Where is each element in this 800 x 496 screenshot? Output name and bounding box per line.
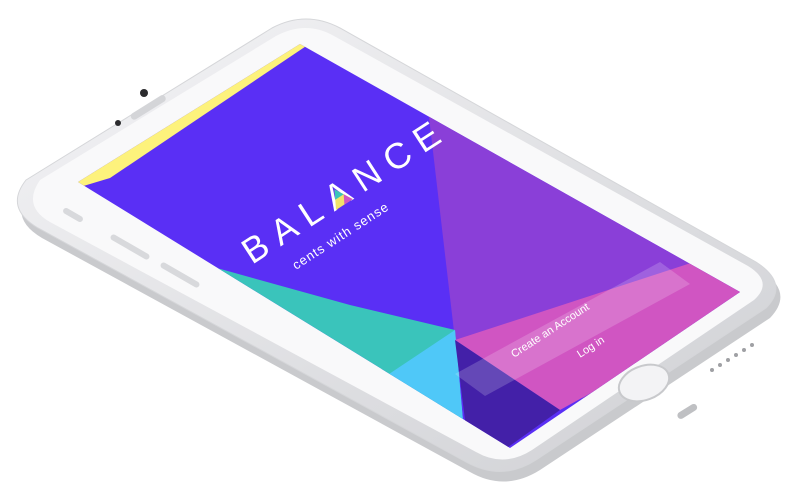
front-camera xyxy=(140,89,148,97)
mockup-stage: BALANCE cents with sense Create an Accou… xyxy=(0,0,800,496)
lightning-port xyxy=(677,403,698,419)
proximity-sensor xyxy=(115,120,121,126)
phone-mockup: BALANCE cents with sense Create an Accou… xyxy=(17,18,781,482)
